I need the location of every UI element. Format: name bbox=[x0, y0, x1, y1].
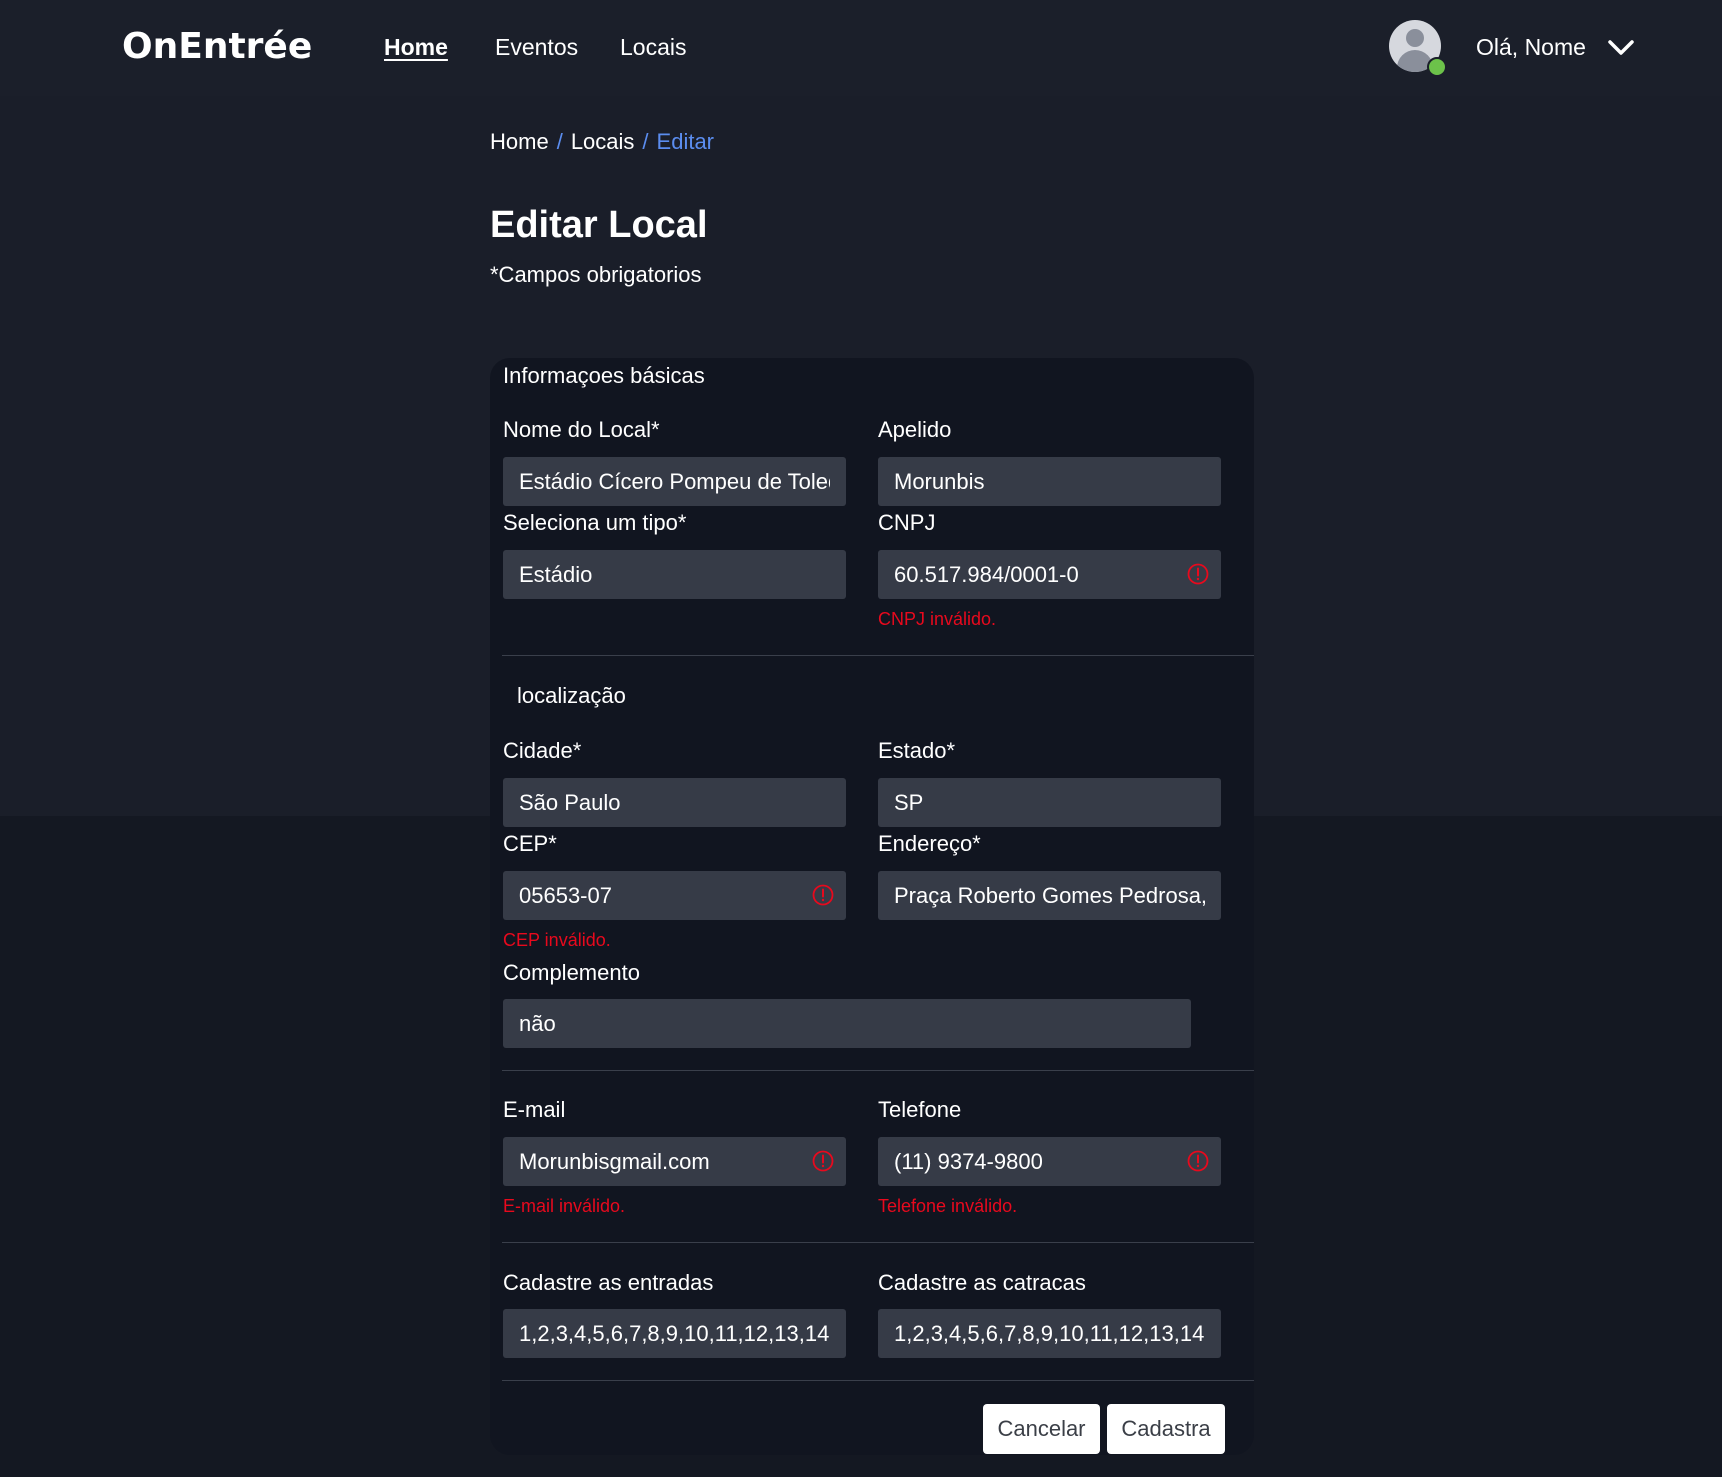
breadcrumb-home[interactable]: Home bbox=[490, 129, 549, 154]
breadcrumb-separator: / bbox=[642, 129, 649, 154]
cidade-input[interactable] bbox=[519, 789, 830, 816]
edit-location-form-card: Informaçoes básicas Nome do Local* Apeli… bbox=[490, 358, 1254, 1455]
complemento-input[interactable] bbox=[519, 1010, 1175, 1037]
cep-error-message: CEP inválido. bbox=[503, 930, 611, 950]
error-circle-icon bbox=[812, 884, 834, 906]
telefone-field[interactable] bbox=[878, 1137, 1221, 1186]
complemento-field[interactable] bbox=[503, 999, 1191, 1048]
required-fields-note: *Campos obrigatorios bbox=[490, 262, 702, 287]
cancel-button[interactable]: Cancelar bbox=[983, 1404, 1100, 1454]
nav-locais-link[interactable]: Locais bbox=[620, 32, 686, 62]
catracas-input[interactable] bbox=[894, 1320, 1205, 1347]
breadcrumb-editar: Editar bbox=[656, 129, 715, 154]
telefone-label: Telefone bbox=[878, 1097, 962, 1122]
telefone-error-message: Telefone inválido. bbox=[878, 1196, 1018, 1216]
cnpj-label: CNPJ bbox=[878, 510, 936, 535]
chevron-down-icon[interactable] bbox=[1606, 32, 1636, 62]
estado-field[interactable] bbox=[878, 778, 1221, 827]
cnpj-input[interactable] bbox=[894, 561, 1169, 588]
section-divider bbox=[502, 1242, 1254, 1243]
entradas-label: Cadastre as entradas bbox=[503, 1270, 714, 1295]
cidade-field[interactable] bbox=[503, 778, 846, 827]
error-circle-icon bbox=[1187, 1150, 1209, 1172]
telefone-input[interactable] bbox=[894, 1148, 1169, 1175]
cep-field[interactable] bbox=[503, 871, 846, 920]
nav-home-link[interactable]: Home bbox=[384, 32, 448, 62]
catracas-field[interactable] bbox=[878, 1309, 1221, 1358]
entradas-input[interactable] bbox=[519, 1320, 830, 1347]
entradas-field[interactable] bbox=[503, 1309, 846, 1358]
page-title: Editar Local bbox=[490, 204, 708, 246]
apelido-input[interactable] bbox=[894, 468, 1205, 495]
endereco-label: Endereço* bbox=[878, 831, 981, 856]
nav-eventos-link[interactable]: Eventos bbox=[495, 32, 578, 62]
section-divider bbox=[502, 1070, 1254, 1071]
email-label: E-mail bbox=[503, 1097, 566, 1122]
online-status-dot bbox=[1427, 57, 1447, 77]
email-input[interactable] bbox=[519, 1148, 794, 1175]
breadcrumb: Home / Locais / Editar bbox=[490, 127, 714, 157]
email-error-message: E-mail inválido. bbox=[503, 1196, 626, 1216]
breadcrumb-locais[interactable]: Locais bbox=[571, 129, 635, 154]
brand-logo[interactable]: OnEntrée bbox=[122, 22, 312, 72]
section-title-basic-info: Informaçoes básicas bbox=[503, 363, 705, 388]
section-title-location: localização bbox=[517, 683, 626, 708]
cidade-label: Cidade* bbox=[503, 738, 582, 763]
error-circle-icon bbox=[812, 1150, 834, 1172]
tipo-selected-value: Estádio bbox=[519, 561, 593, 587]
nome-local-field[interactable] bbox=[503, 457, 846, 506]
error-circle-icon bbox=[1187, 563, 1209, 585]
catracas-label: Cadastre as catracas bbox=[878, 1270, 1086, 1295]
cep-label: CEP* bbox=[503, 831, 557, 856]
email-field[interactable] bbox=[503, 1137, 846, 1186]
user-greeting[interactable]: Olá, Nome bbox=[1476, 32, 1586, 62]
avatar-head-shape bbox=[1406, 29, 1424, 47]
nome-local-label: Nome do Local* bbox=[503, 417, 660, 442]
nome-local-input[interactable] bbox=[519, 468, 830, 495]
apelido-label: Apelido bbox=[878, 417, 952, 442]
section-divider bbox=[502, 1380, 1254, 1381]
submit-button[interactable]: Cadastra bbox=[1107, 1404, 1225, 1454]
endereco-input[interactable] bbox=[894, 882, 1205, 909]
breadcrumb-separator: / bbox=[556, 129, 563, 154]
section-divider bbox=[502, 655, 1254, 656]
endereco-field[interactable] bbox=[878, 871, 1221, 920]
top-navbar: OnEntrée Home Eventos Locais Olá, Nome bbox=[0, 0, 1722, 96]
tipo-label: Seleciona um tipo* bbox=[503, 510, 687, 535]
estado-label: Estado* bbox=[878, 738, 956, 763]
complemento-label: Complemento bbox=[503, 960, 640, 985]
cnpj-error-message: CNPJ inválido. bbox=[878, 609, 997, 629]
apelido-field[interactable] bbox=[878, 457, 1221, 506]
estado-input[interactable] bbox=[894, 789, 1205, 816]
cep-input[interactable] bbox=[519, 882, 794, 909]
tipo-select[interactable]: Estádio bbox=[503, 550, 846, 599]
cnpj-field[interactable] bbox=[878, 550, 1221, 599]
